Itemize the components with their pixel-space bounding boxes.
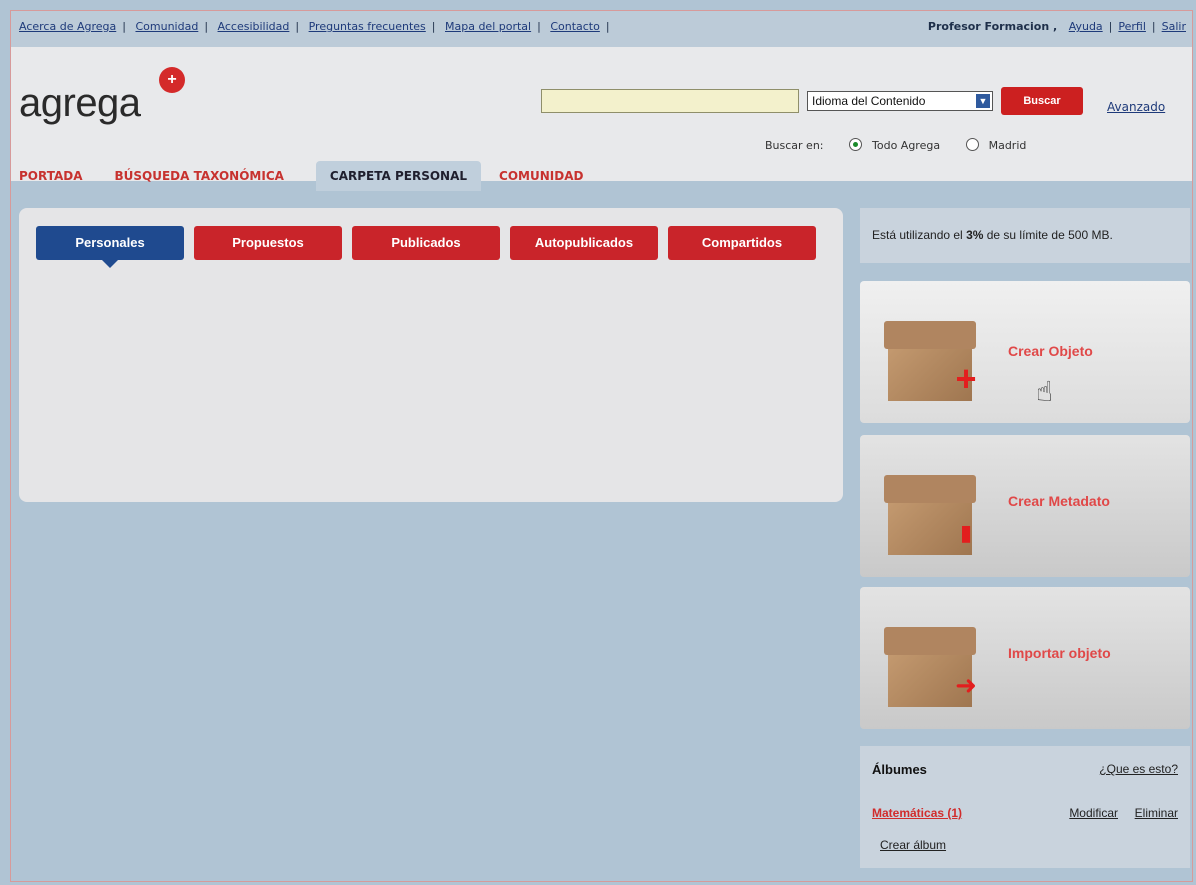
- site-header: agrega + Idioma del Contenido ▼ Buscar A…: [11, 47, 1192, 191]
- link-profile[interactable]: Perfil: [1118, 20, 1146, 33]
- box-document-icon: ▮: [884, 475, 976, 555]
- folder-panel: Personales Propuestos Publicados Autopublic…: [19, 208, 843, 502]
- albums-title: Álbumes: [872, 762, 927, 777]
- search-input[interactable]: [541, 89, 799, 113]
- storage-quota: Está utilizando el 3% de su límite de 50…: [860, 208, 1190, 263]
- create-album-link[interactable]: Crear álbum: [880, 838, 946, 852]
- link-community[interactable]: Comunidad: [135, 20, 198, 33]
- album-delete-link[interactable]: Eliminar: [1135, 806, 1178, 820]
- user-name: Profesor Formacion ,: [927, 20, 1058, 33]
- tab-autopublicados[interactable]: Autopublicados: [510, 226, 658, 260]
- page-frame: Acerca de Agrega | Comunidad | Accesibilid…: [10, 10, 1193, 882]
- quota-prefix: Está utilizando el: [872, 228, 967, 242]
- link-about[interactable]: Acerca de Agrega: [19, 20, 116, 33]
- link-sitemap[interactable]: Mapa del portal: [445, 20, 531, 33]
- albums-panel: Álbumes ¿Que es esto? Matemáticas (1) Mo…: [860, 746, 1190, 868]
- search-scope: Buscar en: Todo Agrega Madrid: [765, 138, 1026, 152]
- utility-links: Acerca de Agrega | Comunidad | Accesibilid…: [19, 20, 610, 33]
- logo-cross-icon: +: [159, 67, 185, 93]
- nav-tab-portada[interactable]: PORTADA: [19, 161, 97, 191]
- tab-propuestos[interactable]: Propuestos: [194, 226, 342, 260]
- tab-publicados[interactable]: Publicados: [352, 226, 500, 260]
- link-logout[interactable]: Salir: [1162, 20, 1186, 33]
- tab-compartidos[interactable]: Compartidos: [668, 226, 816, 260]
- link-help[interactable]: Ayuda: [1069, 20, 1103, 33]
- nav-tab-carpeta[interactable]: CARPETA PERSONAL: [315, 161, 482, 191]
- scope-option-all: Todo Agrega: [872, 139, 941, 152]
- create-metadata-card[interactable]: ▮ Crear Metadato: [860, 435, 1190, 577]
- scope-radio-all[interactable]: [849, 138, 863, 151]
- tab-personales[interactable]: Personales: [36, 226, 184, 268]
- link-accessibility[interactable]: Accesibilidad: [218, 20, 290, 33]
- language-select[interactable]: Idioma del Contenido ▼: [807, 91, 993, 111]
- album-modify-link[interactable]: Modificar: [1069, 806, 1118, 820]
- album-link[interactable]: Matemáticas (1): [872, 806, 962, 820]
- import-object-label: Importar objeto: [1008, 645, 1111, 661]
- box-import-icon: ➜: [884, 627, 977, 707]
- albums-help-link[interactable]: ¿Que es esto?: [1099, 762, 1178, 776]
- create-object-label: Crear Objeto: [1008, 343, 1093, 359]
- chevron-down-icon: ▼: [976, 94, 990, 108]
- advanced-search-link[interactable]: Avanzado: [1107, 100, 1165, 114]
- box-add-icon: +: [884, 321, 977, 401]
- quota-percent: 3%: [966, 228, 984, 242]
- quota-suffix: de su límite de 500 MB.: [983, 228, 1113, 242]
- language-select-value: Idioma del Contenido: [812, 94, 926, 108]
- scope-option-madrid: Madrid: [988, 139, 1027, 152]
- user-links: Profesor Formacion , Ayuda | Perfil | Salir: [927, 20, 1186, 33]
- import-object-card[interactable]: ➜ Importar objeto: [860, 587, 1190, 729]
- folder-tabs: Personales Propuestos Publicados Autopublic…: [36, 226, 826, 268]
- search-button[interactable]: Buscar: [1001, 87, 1083, 115]
- link-faq[interactable]: Preguntas frecuentes: [309, 20, 426, 33]
- hand-cursor-icon: ☝: [1036, 376, 1054, 407]
- link-contact[interactable]: Contacto: [550, 20, 600, 33]
- create-metadata-label: Crear Metadato: [1008, 493, 1110, 509]
- nav-tab-comunidad[interactable]: COMUNIDAD: [499, 161, 597, 191]
- nav-tab-busqueda[interactable]: BÚSQUEDA TAXONÓMICA: [115, 161, 298, 191]
- search-scope-label: Buscar en:: [765, 139, 824, 152]
- logo-text[interactable]: agrega: [19, 81, 141, 126]
- create-object-card[interactable]: + Crear Objeto ☝: [860, 281, 1190, 423]
- top-utility-bar: Acerca de Agrega | Comunidad | Accesibilid…: [11, 11, 1192, 47]
- main-nav: PORTADA BÚSQUEDA TAXONÓMICA CARPETA PERSON…: [19, 161, 615, 191]
- scope-radio-madrid[interactable]: [965, 138, 979, 151]
